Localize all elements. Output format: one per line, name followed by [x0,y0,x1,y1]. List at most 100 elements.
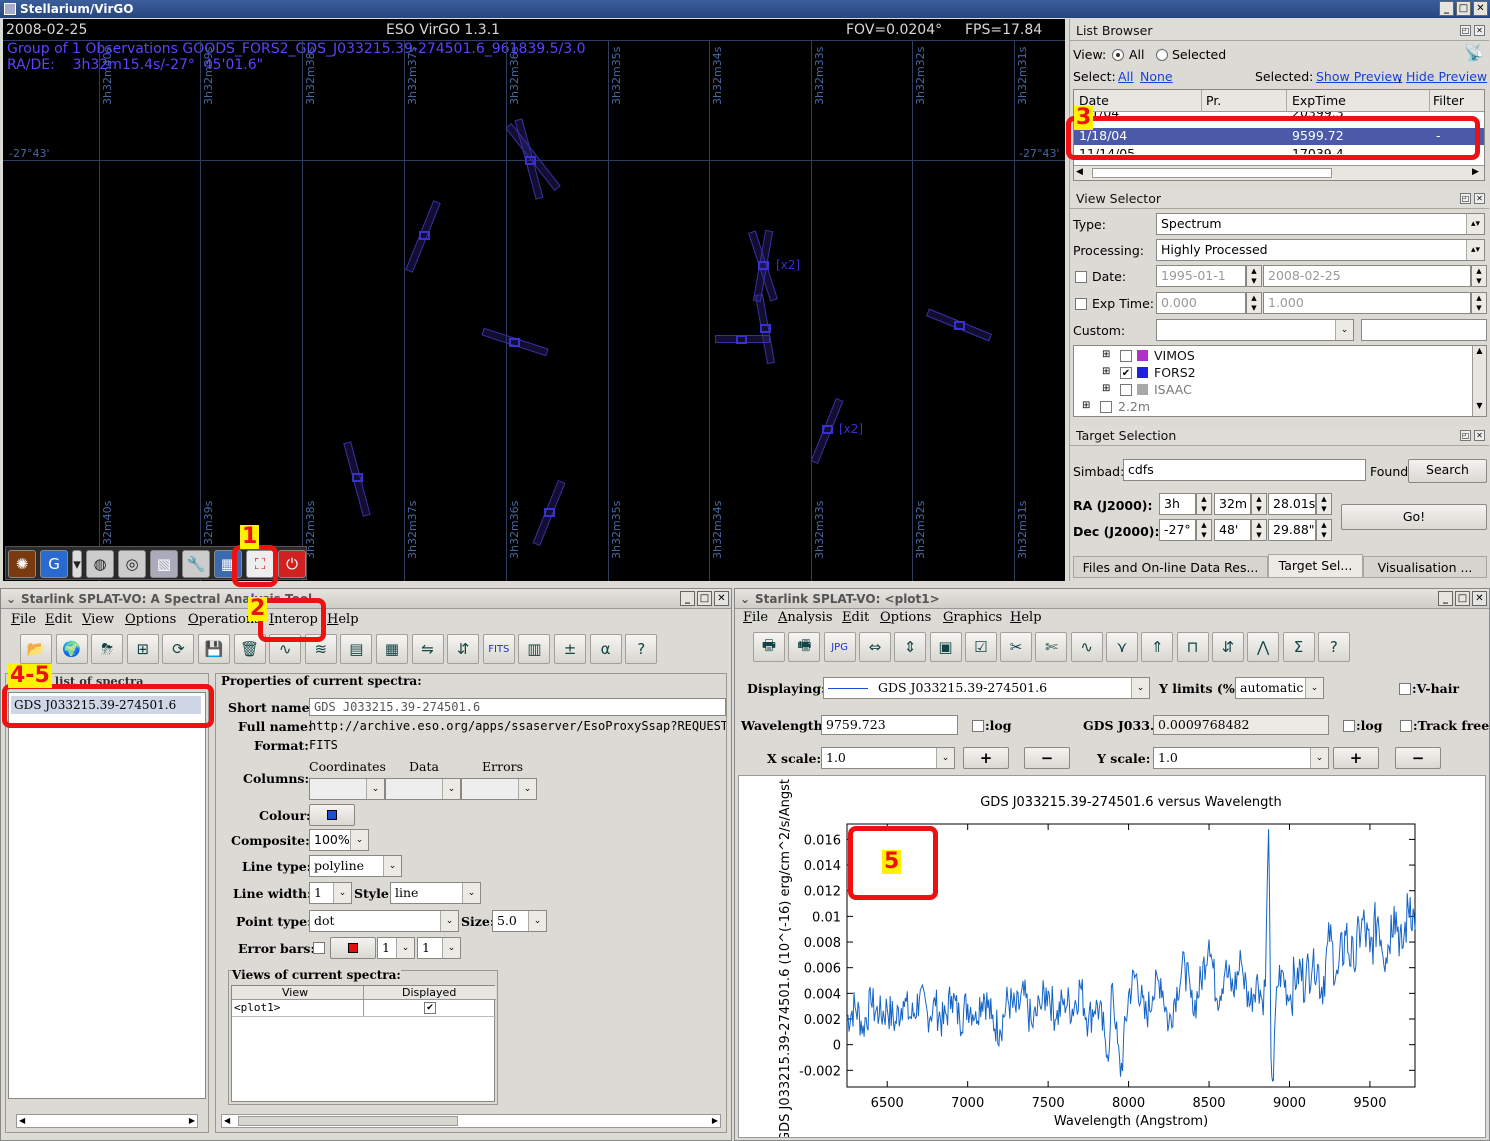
tree-checkbox[interactable]: ✔ [1120,367,1132,379]
date-from-spinner[interactable]: ▲ ▼ [1246,265,1262,287]
colour-icon[interactable]: ▥ [518,634,551,664]
line-type-select[interactable]: polyline ⌄ [309,855,402,877]
coordinates-select[interactable]: ⌄ [309,778,385,800]
errors-select[interactable]: ⌄ [461,778,537,800]
ra-seconds[interactable]: 28.01s [1268,493,1316,515]
tree-item[interactable]: ⊞ 2.2m [1074,399,1464,416]
exptime-to-spinner[interactable]: ▲ ▼ [1471,292,1487,314]
save-icon[interactable]: 💾 [198,634,230,664]
col-exptime[interactable]: ExpTime [1292,93,1346,108]
nebula-icon[interactable]: ✺ [8,550,36,578]
yscale-minus-button[interactable]: − [1395,747,1441,769]
composite-select[interactable]: 100% ⌄ [309,829,369,851]
date-checkbox[interactable] [1075,271,1087,283]
radio-selected-label[interactable]: Selected [1172,47,1226,62]
vhair-checkbox[interactable] [1399,683,1411,695]
show-preview-link[interactable]: Show Preview [1316,69,1402,84]
xscale-select[interactable]: 1.0 ⌄ [821,747,955,769]
fp-f-box[interactable] [954,321,965,330]
close-icon[interactable]: ✕ [1474,25,1485,36]
wrench-icon[interactable]: 🔧 [182,550,210,578]
tree-item[interactable]: ⊞ ✔ FORS2 [1074,365,1464,382]
maximize-button[interactable]: □ [1456,1,1471,16]
log-x-checkbox[interactable] [972,720,984,732]
xscale-plus-button[interactable]: + [963,747,1009,769]
menu-edit[interactable]: Edit [45,612,72,627]
custom-field[interactable] [1361,319,1487,341]
spectra-list-hscrollbar[interactable]: ◀ ▶ [16,1114,198,1128]
sigma-alpha-icon[interactable]: α [589,634,622,664]
table-hscrollbar[interactable]: ◀ ▶ [1074,165,1484,180]
date-to-field[interactable]: 2008-02-25 [1263,265,1471,287]
data-select[interactable]: ⌄ [385,778,461,800]
menu-view[interactable]: View [82,612,114,627]
gds-value-field[interactable]: 0.0009768482 [1153,715,1329,735]
colour-button[interactable] [309,804,355,826]
fp-g-box[interactable] [822,425,833,434]
fp-c-box[interactable] [758,261,769,270]
size-select[interactable]: 5.0 ⌄ [492,910,547,932]
exptime-checkbox[interactable] [1075,298,1087,310]
horizontal-arrows-icon[interactable]: ⇔ [858,632,891,662]
dropdown-icon[interactable]: ▾ [72,550,82,578]
tree-icon[interactable]: ⊞ [126,634,159,664]
menu-edit[interactable]: Edit [842,610,869,625]
grid-icon[interactable]: ▦ [376,634,408,664]
custom-select[interactable]: ⌄ [1156,319,1354,341]
tab-target-selection[interactable]: Target Sel... [1268,554,1363,578]
fp-i-box[interactable] [544,508,555,517]
expand-icon[interactable]: ⊞ [1082,400,1090,411]
arrow-up-icon[interactable]: ⇑ [1141,632,1174,662]
trackfree-checkbox[interactable] [1400,720,1412,732]
float-icon[interactable]: ◰ [1460,25,1471,36]
select-all-link[interactable]: All [1118,69,1134,84]
dec-degrees[interactable]: -27° [1159,519,1196,541]
fp-b-box[interactable] [419,231,430,240]
hide-preview-link[interactable]: Hide Preview [1406,69,1487,84]
tree-item[interactable]: ⊞ ISAAC [1074,382,1464,399]
tab-files[interactable]: Files and On-line Data Res... [1073,556,1268,578]
dec-minutes[interactable]: 48' [1214,519,1251,541]
units-icon[interactable]: ⇵ [1211,632,1244,662]
close-icon[interactable]: ✕ [1474,193,1485,204]
flux-units-icon[interactable]: ⇵ [447,634,480,664]
cut-region-icon[interactable]: ✄ [1035,632,1068,662]
close-button[interactable]: ✕ [1473,1,1488,16]
radio-all[interactable] [1112,49,1124,61]
reload-icon[interactable]: ⟳ [162,634,195,664]
exptime-to-field[interactable]: 1.000 [1263,292,1471,314]
tree-vscrollbar[interactable]: ▲ ▼ [1472,346,1486,416]
search-button[interactable]: Search [1408,459,1487,483]
menu-help[interactable]: Help [327,612,359,627]
expand-icon[interactable]: ⊞ [1102,349,1110,360]
dec-minutes-spinner[interactable]: ▲ ▼ [1251,519,1267,541]
satellite-icon[interactable]: 📡 [1464,43,1484,62]
menu-options[interactable]: Options [125,612,176,627]
globe-icon[interactable]: 🌍 [55,634,88,664]
ra-hours[interactable]: 3h [1159,493,1196,515]
data-limits-icon[interactable]: ▣ [929,632,962,662]
exptime-from-spinner[interactable]: ▲ ▼ [1246,292,1262,314]
print-preview-icon[interactable]: 🖷 [788,632,821,662]
ra-seconds-spinner[interactable]: ▲ ▼ [1316,493,1332,515]
menu-analysis[interactable]: Analysis [778,610,833,625]
displayed-checkbox[interactable]: ✔ [424,1002,436,1014]
col-pr[interactable]: Pr. [1206,93,1221,108]
ra-hours-spinner[interactable]: ▲ ▼ [1196,493,1212,515]
float-icon[interactable]: ◰ [1460,193,1471,204]
peak-icon[interactable]: ⋎ [1106,632,1138,662]
error-bars-select-1[interactable]: 1 ⌄ [377,937,415,959]
collapse-icon[interactable]: ⌄ [740,589,750,609]
yscale-plus-button[interactable]: + [1333,747,1379,769]
ra-minutes[interactable]: 32m [1214,493,1251,515]
style-select[interactable]: line ⌄ [390,882,481,904]
ra-minutes-spinner[interactable]: ▲ ▼ [1251,493,1267,515]
date-to-spinner[interactable]: ▲ ▼ [1471,265,1487,287]
list-icon[interactable]: ☑ [964,632,997,662]
properties-hscrollbar[interactable]: ◀ ▶ [221,1114,721,1128]
wavelength-field[interactable]: 9759.723 [821,715,958,735]
tree-checkbox[interactable] [1120,384,1132,396]
point-type-select[interactable]: dot ⌄ [309,910,459,932]
close-button[interactable]: ✕ [714,591,729,606]
tree-checkbox[interactable] [1100,401,1112,413]
